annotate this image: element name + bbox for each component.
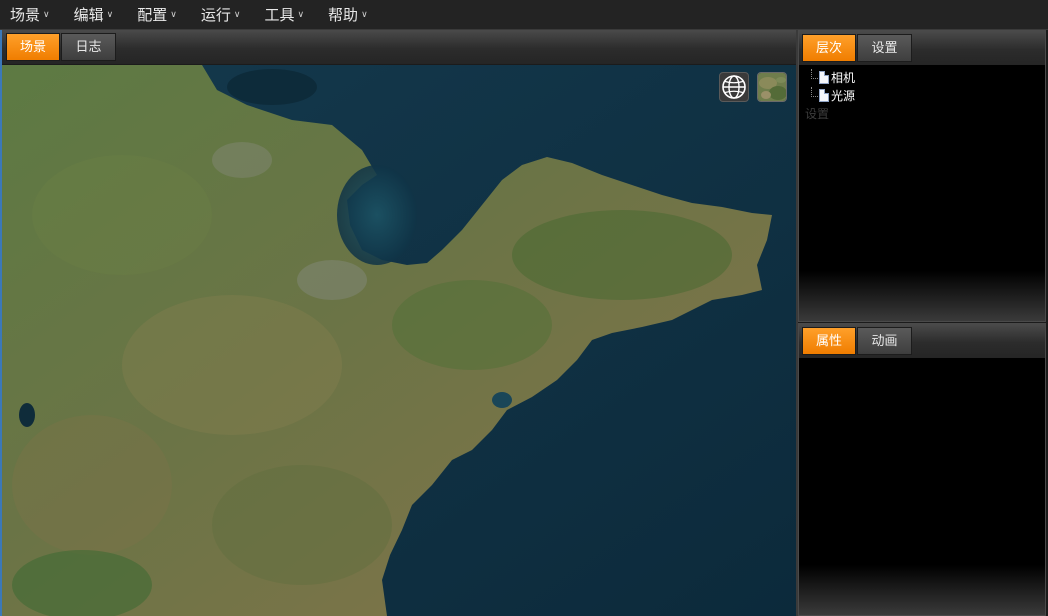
menu-scene[interactable]: 场景 ∨ bbox=[6, 4, 54, 25]
menu-run-label: 运行 bbox=[200, 6, 231, 24]
scene-tabbar: 场景 日志 bbox=[2, 30, 796, 64]
chevron-down-icon: ∨ bbox=[106, 9, 114, 20]
chevron-down-icon: ∨ bbox=[361, 9, 368, 20]
tree-item-label: 相机 bbox=[831, 71, 856, 85]
menu-config-label: 配置 bbox=[137, 6, 168, 24]
property-panel: 属性 动画 bbox=[798, 323, 1046, 616]
tree-item-light[interactable]: 光源 bbox=[807, 87, 855, 105]
tab-log[interactable]: 日志 bbox=[61, 33, 116, 61]
imagery-layer-button[interactable] bbox=[757, 72, 787, 102]
menu-help[interactable]: 帮助 ∨ bbox=[324, 4, 372, 25]
tab-animation[interactable]: 动画 bbox=[857, 327, 912, 355]
chevron-down-icon: ∨ bbox=[43, 9, 50, 20]
satellite-map bbox=[2, 65, 796, 616]
chevron-down-icon: ∨ bbox=[170, 9, 177, 20]
menu-edit-label: 编辑 bbox=[73, 6, 104, 24]
imagery-thumbnail-icon bbox=[758, 73, 786, 101]
globe-icon bbox=[722, 75, 746, 99]
hierarchy-panel: 层次 设置 相机 光源 设置 bbox=[798, 30, 1046, 322]
document-icon bbox=[819, 71, 829, 84]
tab-settings[interactable]: 设置 bbox=[857, 34, 912, 62]
map-viewport[interactable] bbox=[2, 65, 796, 616]
menu-tools[interactable]: 工具 ∨ bbox=[260, 4, 308, 25]
document-icon bbox=[819, 89, 829, 102]
tab-properties[interactable]: 属性 bbox=[802, 327, 856, 355]
menubar: 场景 ∨ 编辑 ∨ 配置 ∨ 运行 ∨ 工具 ∨ 帮助 ∨ bbox=[0, 0, 1048, 30]
menu-help-label: 帮助 bbox=[328, 6, 359, 24]
menu-scene-label: 场景 bbox=[10, 6, 41, 24]
chevron-down-icon: ∨ bbox=[297, 9, 305, 20]
menu-tools-label: 工具 bbox=[264, 6, 295, 24]
menu-run[interactable]: 运行 ∨ bbox=[197, 4, 245, 25]
settings-ghost-label: 设置 bbox=[805, 107, 830, 121]
app-window: 场景 ∨ 编辑 ∨ 配置 ∨ 运行 ∨ 工具 ∨ 帮助 ∨ 场景 日志 层次 设… bbox=[0, 0, 1048, 616]
tab-hierarchy[interactable]: 层次 bbox=[802, 34, 856, 62]
globe-button[interactable] bbox=[719, 72, 749, 102]
property-tabbar: 属性 动画 bbox=[799, 324, 1045, 358]
menu-config[interactable]: 配置 ∨ bbox=[133, 4, 181, 25]
menu-edit[interactable]: 编辑 ∨ bbox=[70, 4, 118, 25]
tree-item-label: 光源 bbox=[831, 89, 856, 103]
chevron-down-icon: ∨ bbox=[233, 9, 241, 20]
tree-item-camera[interactable]: 相机 bbox=[807, 69, 855, 87]
panel-fade bbox=[799, 271, 1045, 321]
hierarchy-tabbar: 层次 设置 bbox=[799, 31, 1045, 65]
scene-tree: 相机 光源 bbox=[807, 69, 855, 105]
tab-scene[interactable]: 场景 bbox=[6, 33, 60, 61]
panel-fade bbox=[799, 565, 1045, 615]
